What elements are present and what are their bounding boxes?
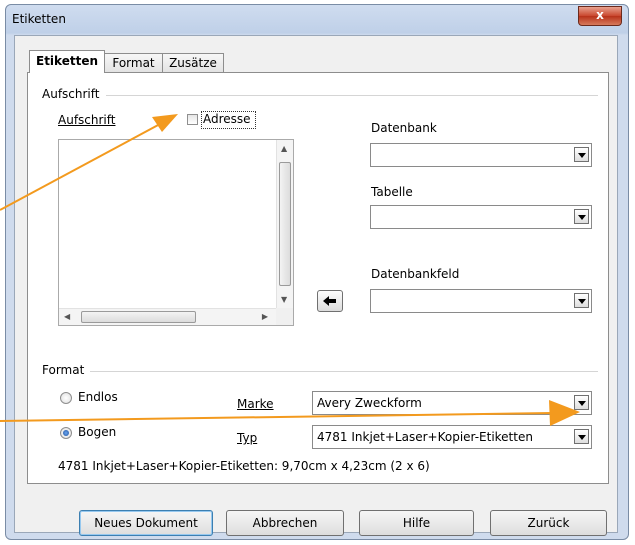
- vertical-scroll-thumb[interactable]: [279, 162, 291, 286]
- insert-field-button[interactable]: [317, 290, 343, 312]
- radio-endless-label[interactable]: Endlos: [78, 390, 118, 404]
- scroll-up-icon[interactable]: ▲: [281, 144, 287, 153]
- address-checkbox[interactable]: [187, 114, 198, 125]
- inscription-textarea[interactable]: ▲ ▼ ◀ ▶: [58, 139, 294, 326]
- scroll-corner: [276, 308, 293, 325]
- arrow-left-icon: [323, 296, 336, 306]
- scroll-down-icon[interactable]: ▼: [281, 295, 287, 304]
- tab-panel-etiketten: Aufschrift Aufschrift Adresse ▲ ▼ ◀ ▶ Da…: [27, 72, 609, 484]
- dialog-title: Etiketten: [12, 12, 66, 26]
- horizontal-scroll-thumb[interactable]: [81, 311, 196, 323]
- scroll-right-icon[interactable]: ▶: [262, 312, 268, 321]
- chevron-down-icon[interactable]: [574, 209, 589, 224]
- group-label-format: Format: [42, 363, 85, 377]
- address-checkbox-label[interactable]: Adresse: [203, 112, 251, 126]
- type-select[interactable]: 4781 Inkjet+Laser+Kopier-Etiketten: [312, 425, 592, 449]
- format-info-text: 4781 Inkjet+Laser+Kopier-Etiketten: 9,70…: [58, 459, 430, 473]
- type-label: Typ: [237, 431, 258, 445]
- group-label-inscription: Aufschrift: [42, 87, 100, 101]
- chevron-down-icon[interactable]: [574, 147, 589, 162]
- radio-endless[interactable]: [60, 392, 72, 404]
- database-label: Datenbank: [371, 121, 437, 135]
- new-document-button[interactable]: Neues Dokument: [79, 510, 213, 536]
- chevron-down-icon[interactable]: [574, 293, 589, 308]
- group-divider: [106, 95, 598, 96]
- dialog-client-area: Etiketten Format Zusätze Aufschrift Aufs…: [14, 35, 618, 536]
- brand-select[interactable]: Avery Zweckform: [312, 391, 592, 415]
- labels-dialog: Etiketten x Etiketten Format Zusätze Auf…: [5, 4, 629, 540]
- database-field-select[interactable]: [370, 289, 592, 313]
- table-select[interactable]: [370, 205, 592, 229]
- group-divider: [90, 371, 598, 372]
- back-button[interactable]: Zurück: [490, 510, 607, 536]
- tab-format[interactable]: Format: [104, 53, 163, 72]
- radio-sheet-label[interactable]: Bogen: [78, 425, 116, 439]
- database-select[interactable]: [370, 143, 592, 167]
- scroll-left-icon[interactable]: ◀: [64, 312, 70, 321]
- inscription-label: Aufschrift: [58, 113, 116, 127]
- vertical-scrollbar[interactable]: ▲ ▼: [276, 140, 293, 308]
- radio-sheet[interactable]: [60, 427, 72, 439]
- help-button[interactable]: Hilfe: [359, 510, 474, 536]
- cancel-button[interactable]: Abbrechen: [226, 510, 344, 536]
- tab-etiketten[interactable]: Etiketten: [29, 50, 105, 73]
- database-field-label: Datenbankfeld: [371, 267, 460, 281]
- close-button[interactable]: x: [578, 6, 622, 26]
- table-label: Tabelle: [371, 185, 413, 199]
- title-bar[interactable]: Etiketten x: [6, 5, 628, 33]
- chevron-down-icon[interactable]: [574, 429, 589, 444]
- chevron-down-icon[interactable]: [574, 395, 589, 410]
- brand-label: Marke: [237, 397, 274, 411]
- horizontal-scrollbar[interactable]: ◀ ▶: [59, 308, 276, 325]
- tab-zusaetze[interactable]: Zusätze: [162, 53, 224, 72]
